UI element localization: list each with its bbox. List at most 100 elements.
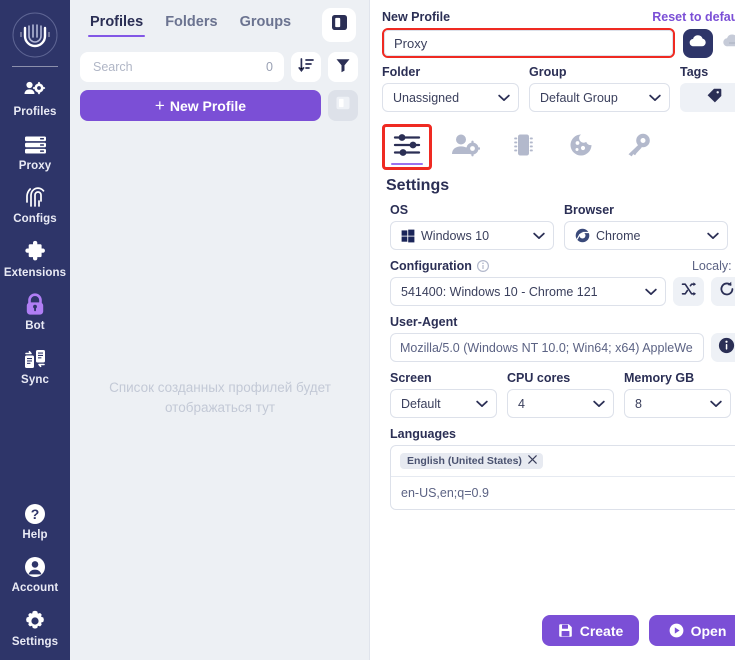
language-chip-label: English (United States) [407, 455, 522, 467]
info-circle-icon[interactable] [477, 260, 489, 272]
hardware-chip-icon [508, 132, 538, 163]
sidebar-item-bot[interactable]: Bot [0, 283, 70, 337]
user-agent-info-button[interactable] [711, 333, 735, 362]
folder-select[interactable]: Unassigned [382, 83, 519, 112]
accept-language-string: en-US,en;q=0.9 [391, 477, 735, 509]
shuffle-config-button[interactable] [673, 277, 704, 306]
chevron-down-icon [710, 397, 722, 411]
key-icon [624, 132, 654, 163]
close-x-icon[interactable] [528, 455, 537, 467]
configuration-value: 541400: Windows 10 - Chrome 121 [401, 285, 639, 299]
search-row: 0 [80, 48, 360, 82]
sidebar-item-sync[interactable]: Sync [0, 337, 70, 391]
folder-field: Folder Unassigned [382, 65, 519, 112]
languages-box: English (United States) en-US,en;q=0.9 [390, 445, 735, 510]
configuration-select[interactable]: 541400: Windows 10 - Chrome 121 [390, 277, 666, 306]
profile-name-highlight [382, 28, 675, 58]
sidebar-item-proxy[interactable]: Proxy [0, 123, 70, 177]
search-result-count: 0 [266, 60, 273, 74]
folder-group-tags-row: Folder Unassigned Group Default Group [382, 65, 735, 112]
sidebar-item-settings[interactable]: Settings [0, 599, 70, 660]
cpu-cores-value: 4 [518, 397, 587, 411]
configuration-field: Configuration Localy: 1 541400: [390, 259, 735, 306]
app-root: Profiles Proxy [0, 0, 735, 660]
filter-funnel-icon [335, 57, 351, 78]
group-select[interactable]: Default Group [529, 83, 670, 112]
cloud-storage-button[interactable] [683, 29, 713, 58]
tab-profiles[interactable]: Profiles [90, 14, 143, 37]
profile-name-input[interactable] [384, 30, 673, 56]
page-title: New Profile [382, 10, 450, 24]
svg-text:?: ? [31, 506, 40, 522]
sidebar-item-help[interactable]: ? Help [0, 492, 70, 546]
help-icon: ? [22, 501, 48, 527]
bot-lock-icon [22, 292, 48, 318]
tags-field: Tags [680, 65, 735, 112]
create-button[interactable]: Create [542, 615, 639, 646]
settings-form: OS Windows 10 [382, 203, 735, 510]
configuration-label-wrap: Configuration [390, 259, 489, 273]
sidebar-item-label: Extensions [4, 268, 66, 280]
tab-hardware[interactable] [498, 124, 548, 170]
os-browser-row: OS Windows 10 [390, 203, 735, 250]
collapse-panel-icon [335, 95, 351, 116]
plus-icon: + [155, 96, 165, 116]
search-input[interactable] [91, 59, 266, 75]
language-chip[interactable]: English (United States) [400, 453, 543, 469]
open-button[interactable]: Open [649, 615, 735, 646]
configuration-label: Configuration [390, 259, 472, 273]
shuffle-icon [681, 281, 697, 302]
collapse-panel-button[interactable] [328, 90, 358, 121]
tags-button[interactable] [680, 83, 735, 112]
screen-value: Default [401, 397, 470, 411]
search-box[interactable]: 0 [80, 52, 284, 82]
profile-name-row [382, 28, 735, 58]
cpu-cores-select[interactable]: 4 [507, 389, 614, 418]
profiles-icon [22, 78, 48, 104]
user-agent-input[interactable] [390, 333, 704, 362]
screen-select[interactable]: Default [390, 389, 497, 418]
sync-icon [22, 346, 48, 372]
tab-folders[interactable]: Folders [165, 14, 217, 37]
chevron-down-icon [649, 91, 661, 105]
filter-button[interactable] [328, 52, 358, 82]
memory-gb-select[interactable]: 8 [624, 389, 731, 418]
sort-button[interactable] [291, 52, 321, 82]
app-logo[interactable] [8, 8, 62, 62]
local-storage-button[interactable] [718, 29, 735, 58]
languages-label: Languages [390, 427, 735, 441]
editor-header: New Profile Reset to default [382, 10, 735, 24]
cpu-cores-field: CPU cores 4 [507, 371, 614, 418]
sidebar-item-profiles[interactable]: Profiles [0, 69, 70, 123]
sidebar-divider [12, 66, 58, 67]
user-agent-field: User-Agent [390, 315, 735, 362]
browser-select[interactable]: Chrome [564, 221, 728, 250]
sidebar-item-account[interactable]: Account [0, 545, 70, 599]
screen-field: Screen Default [390, 371, 497, 418]
reset-to-default-link[interactable]: Reset to default [652, 10, 735, 24]
configuration-row: 541400: Windows 10 - Chrome 121 [390, 277, 735, 306]
info-filled-icon [718, 337, 735, 359]
tag-icon [706, 87, 723, 109]
refresh-config-button[interactable] [711, 277, 735, 306]
new-profile-button[interactable]: + New Profile [80, 90, 321, 121]
tab-settings[interactable] [382, 124, 432, 170]
sidebar-item-label: Bot [25, 321, 44, 333]
configuration-head: Configuration Localy: 1 [390, 259, 735, 273]
tab-user-profile[interactable] [440, 124, 490, 170]
sidebar-item-configs[interactable]: Configs [0, 176, 70, 230]
tab-cookies[interactable] [556, 124, 606, 170]
browser-label: Browser [564, 203, 728, 217]
tab-keys[interactable] [614, 124, 664, 170]
save-disk-icon [558, 623, 573, 638]
new-profile-label: New Profile [170, 98, 246, 114]
memory-gb-label: Memory GB [624, 371, 731, 385]
sidebar-item-extensions[interactable]: Extensions [0, 230, 70, 284]
tab-groups[interactable]: Groups [240, 14, 292, 37]
cloud-locked-icon [722, 32, 735, 55]
folder-label: Folder [382, 65, 519, 79]
cpu-cores-label: CPU cores [507, 371, 614, 385]
browser-value: Chrome [596, 229, 701, 243]
os-select[interactable]: Windows 10 [390, 221, 554, 250]
panel-layout-toggle-button[interactable] [322, 8, 356, 42]
